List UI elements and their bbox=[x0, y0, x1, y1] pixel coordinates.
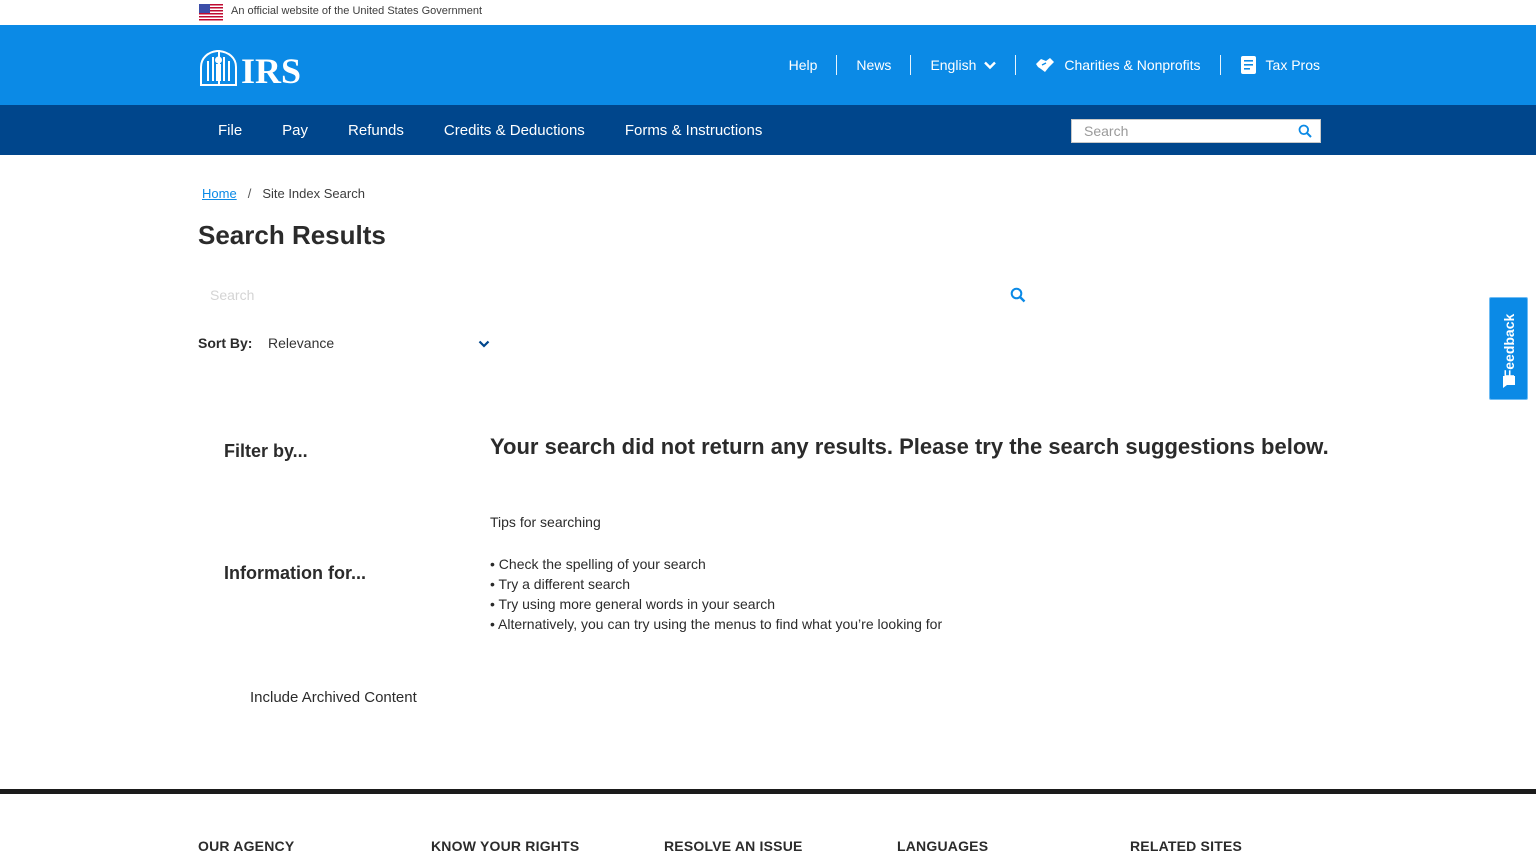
feedback-label: Feedback bbox=[1500, 314, 1517, 379]
tax-pros-link-label: Tax Pros bbox=[1265, 57, 1320, 73]
gov-banner-text: An official website of the United States… bbox=[231, 5, 483, 17]
footer-heading-languages: LANGUAGES bbox=[897, 838, 989, 854]
sort-value: Relevance bbox=[268, 335, 335, 351]
nav-forms-instructions[interactable]: Forms & Instructions bbox=[605, 122, 783, 139]
irs-logo[interactable]: IRS bbox=[199, 49, 303, 87]
language-label: English bbox=[930, 57, 977, 73]
chevron-down-icon bbox=[984, 61, 997, 70]
news-link[interactable]: News bbox=[836, 55, 910, 75]
results-search-input[interactable] bbox=[198, 280, 988, 310]
breadcrumb: Home / Site Index Search bbox=[202, 186, 365, 201]
filter-by-heading: Filter by... bbox=[224, 441, 308, 461]
breadcrumb-current: Site Index Search bbox=[262, 186, 365, 201]
footer-divider bbox=[0, 789, 1536, 794]
footer-heading-resolve-an-issue: RESOLVE AN ISSUE bbox=[664, 838, 803, 854]
nav-credits-deductions[interactable]: Credits & Deductions bbox=[424, 122, 605, 139]
handshake-icon bbox=[1035, 56, 1055, 74]
tips-title: Tips for searching bbox=[490, 514, 601, 530]
list-item: • Try using more general words in your s… bbox=[490, 596, 776, 612]
news-link-label: News bbox=[856, 57, 892, 73]
header-search-input[interactable] bbox=[1072, 120, 1292, 142]
header-search bbox=[1071, 119, 1321, 143]
charities-link-label: Charities & Nonprofits bbox=[1064, 57, 1201, 73]
document-icon bbox=[1240, 55, 1257, 75]
us-flag-icon bbox=[199, 4, 223, 21]
no-results-message: Your search did not return any results. … bbox=[490, 434, 1329, 459]
page-title: Search Results bbox=[198, 220, 386, 250]
tips-list: • Check the spelling of your search • Tr… bbox=[490, 554, 942, 634]
language-selector[interactable]: English bbox=[910, 55, 1015, 75]
comment-icon bbox=[1503, 376, 1515, 388]
breadcrumb-separator: / bbox=[247, 186, 252, 201]
feedback-button[interactable]: Feedback bbox=[1489, 297, 1528, 400]
results-search bbox=[198, 280, 1033, 310]
gov-banner: An official website of the United States… bbox=[0, 0, 1536, 25]
information-for-heading: Information for... bbox=[224, 563, 366, 583]
utility-nav: Help News English Charities & Nonprofits… bbox=[770, 25, 1320, 105]
footer-heading-know-your-rights: KNOW YOUR RIGHTS bbox=[431, 838, 580, 854]
nav-file[interactable]: File bbox=[198, 122, 262, 139]
sort-select[interactable]: Relevance bbox=[262, 330, 492, 358]
list-item: • Alternatively, you can try using the m… bbox=[490, 616, 943, 632]
help-link[interactable]: Help bbox=[770, 55, 837, 75]
nav-refunds[interactable]: Refunds bbox=[328, 122, 424, 139]
charities-nonprofits-link[interactable]: Charities & Nonprofits bbox=[1015, 55, 1219, 75]
chevron-down-icon bbox=[478, 340, 490, 348]
tax-pros-link[interactable]: Tax Pros bbox=[1219, 55, 1320, 75]
sort-label: Sort By: bbox=[198, 335, 253, 351]
list-item: • Try a different search bbox=[490, 576, 631, 592]
breadcrumb-home-link[interactable]: Home bbox=[202, 186, 237, 201]
search-icon[interactable] bbox=[1010, 287, 1026, 303]
main-nav: File Pay Refunds Credits & Deductions Fo… bbox=[0, 105, 1536, 155]
nav-pay[interactable]: Pay bbox=[262, 122, 328, 139]
logo-text: IRS bbox=[241, 51, 301, 87]
footer-heading-our-agency: OUR AGENCY bbox=[198, 838, 295, 854]
list-item: • Check the spelling of your search bbox=[490, 556, 706, 572]
include-archived-checkbox[interactable]: Include Archived Content bbox=[250, 689, 417, 706]
search-icon[interactable] bbox=[1298, 124, 1312, 138]
footer-heading-related-sites: RELATED SITES bbox=[1130, 838, 1243, 854]
site-header: IRS Help News English Charities & Nonpro… bbox=[0, 25, 1536, 105]
help-link-label: Help bbox=[788, 57, 818, 73]
